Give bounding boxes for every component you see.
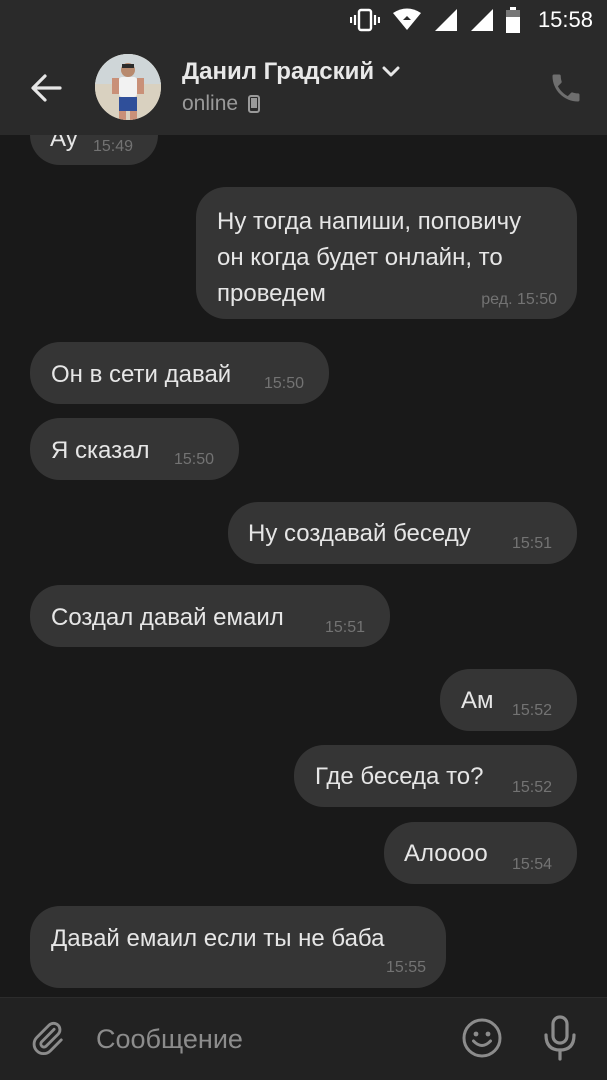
online-status: online — [182, 92, 239, 115]
message-bubble-incoming[interactable]: Он в сети давай 15:50 — [30, 342, 329, 404]
message-text: Ау — [50, 135, 78, 152]
message-time: 15:52 — [512, 702, 553, 719]
status-bar: 15:58 — [0, 0, 607, 40]
message-bubble-outgoing[interactable]: Ну создавай беседу 15:51 — [228, 502, 577, 564]
message-list[interactable]: Ау 15:49 Ну тогда напиши, поповичу он ко… — [0, 135, 607, 997]
mobile-device-icon — [248, 95, 261, 113]
message-time: 15:50 — [174, 451, 215, 468]
message-text: Ну тогда напиши, поповичу он когда будет… — [217, 208, 522, 307]
message-input[interactable] — [96, 1019, 436, 1059]
contact-name: Данил Градский — [182, 58, 375, 85]
back-arrow-icon[interactable] — [28, 70, 64, 106]
presence: online — [182, 92, 261, 116]
signal-icon — [434, 9, 457, 31]
message-text: Давай емаил если ты не баба — [51, 925, 385, 952]
message-text: Алоооо — [404, 840, 488, 867]
battery-icon — [505, 7, 520, 33]
message-text: Я сказал — [51, 437, 150, 464]
chat-header: Данил Градский online — [0, 40, 607, 135]
vibrate-icon — [349, 8, 380, 32]
message-bubble-outgoing[interactable]: Где беседа то? 15:52 — [294, 745, 577, 807]
phone-call-icon[interactable] — [548, 70, 584, 106]
contact-name-dropdown[interactable]: Данил Градский — [182, 58, 400, 86]
message-time: 15:50 — [264, 375, 305, 392]
signal-2-icon — [470, 9, 493, 31]
message-time: 15:51 — [325, 619, 366, 636]
clock: 15:58 — [537, 7, 593, 32]
avatar[interactable] — [95, 54, 161, 120]
message-bubble-incoming[interactable]: Создал давай емаил 15:51 — [30, 585, 390, 647]
message-text: Ну создавай беседу — [248, 520, 471, 547]
message-text: Создал давай емаил — [51, 604, 284, 631]
message-bubble-incoming[interactable]: Давай емаил если ты не баба 15:55 — [30, 906, 446, 988]
avatar-photo — [95, 54, 161, 120]
message-time: ред. 15:50 — [481, 291, 557, 308]
message-time: 15:51 — [512, 535, 553, 552]
message-text: Где беседа то? — [315, 763, 484, 790]
message-bubble-incoming[interactable]: Я сказал 15:50 — [30, 418, 239, 480]
message-text: Он в сети давай — [51, 361, 232, 388]
message-time: 15:49 — [93, 138, 134, 155]
message-time: 15:55 — [385, 959, 426, 976]
message-time: 15:52 — [512, 779, 553, 796]
wifi-icon — [392, 8, 421, 30]
divider — [0, 997, 607, 998]
emoji-icon[interactable] — [461, 1017, 503, 1059]
paperclip-icon[interactable] — [28, 1019, 66, 1057]
composer — [0, 997, 607, 1080]
message-bubble-outgoing[interactable]: Ам 15:52 — [440, 669, 577, 731]
message-bubble-incoming[interactable]: Ау 15:49 — [30, 135, 158, 165]
microphone-icon[interactable] — [540, 1015, 580, 1061]
chevron-down-icon — [382, 66, 400, 77]
message-time: 15:54 — [512, 856, 553, 873]
message-bubble-outgoing[interactable]: Алоооо 15:54 — [384, 822, 577, 884]
message-text: Ам — [461, 687, 494, 714]
message-bubble-outgoing[interactable]: Ну тогда напиши, поповичу он когда будет… — [196, 187, 577, 319]
